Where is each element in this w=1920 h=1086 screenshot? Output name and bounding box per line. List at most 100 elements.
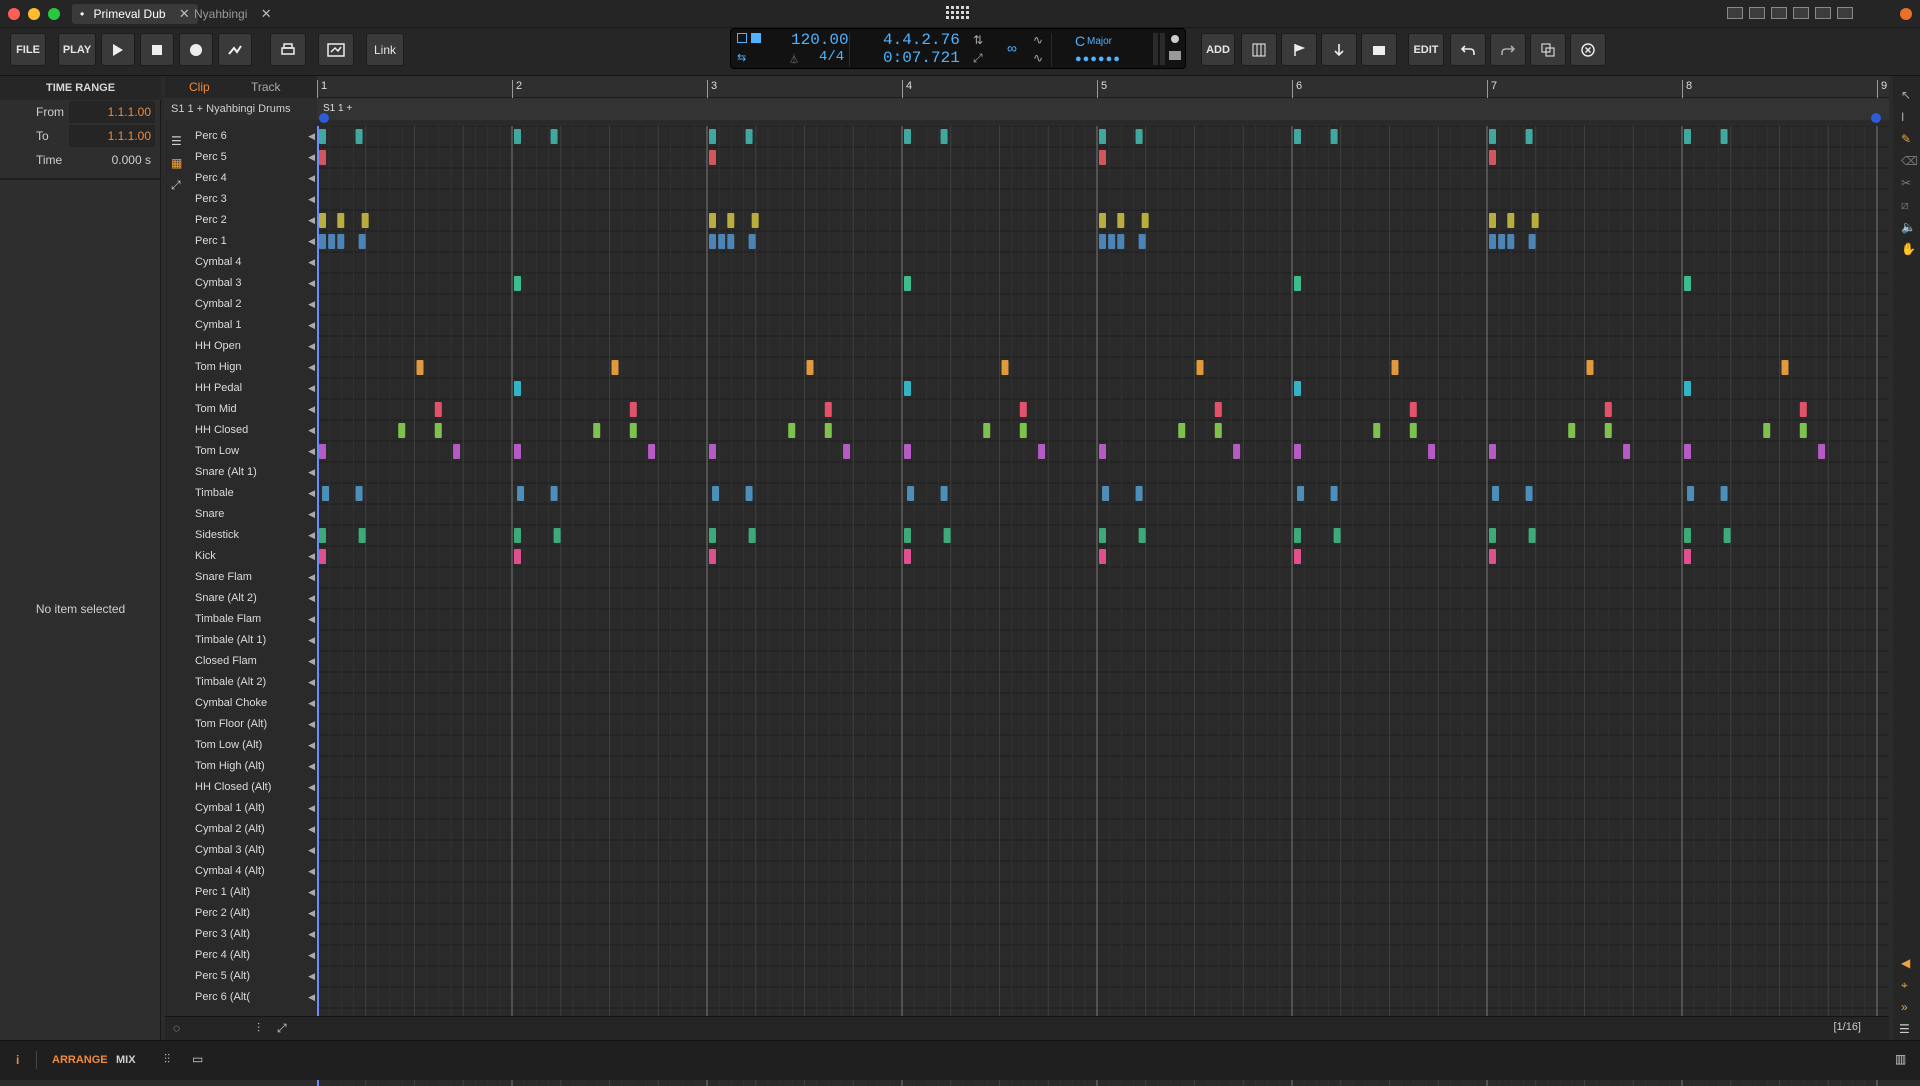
drum-note[interactable] xyxy=(712,486,720,501)
list-icon[interactable]: ☰ xyxy=(171,134,182,148)
to-field[interactable]: 1.1.1.00 xyxy=(69,125,155,147)
drum-note[interactable] xyxy=(1687,486,1695,501)
playhead[interactable] xyxy=(317,126,319,1086)
drum-note[interactable] xyxy=(514,528,521,543)
clip-launcher-button[interactable] xyxy=(1361,33,1397,66)
drum-lane[interactable]: Cymbal 4 (Alt) ◀ xyxy=(187,861,317,882)
drum-lane[interactable]: Tom Low (Alt) ◀ xyxy=(187,735,317,756)
audition-speaker-icon[interactable]: ◀ xyxy=(308,924,315,945)
drum-note[interactable] xyxy=(648,444,656,459)
drum-lane[interactable]: HH Closed (Alt) ◀ xyxy=(187,777,317,798)
audition-speaker-icon[interactable]: ◀ xyxy=(308,168,315,189)
drum-note[interactable] xyxy=(1099,549,1106,564)
pointer-tool-icon[interactable]: ↖ xyxy=(1901,88,1911,102)
drum-lane[interactable]: Perc 6 ◀ xyxy=(187,126,317,147)
drum-note[interactable] xyxy=(1038,444,1046,459)
slice-tool-icon[interactable]: ⧄ xyxy=(1901,198,1909,213)
drum-lane[interactable]: Perc 3 ◀ xyxy=(187,189,317,210)
tab-project[interactable]: Nyahbingi ✕ xyxy=(186,4,280,24)
mix-button[interactable]: MIX xyxy=(116,1054,136,1066)
drum-note[interactable] xyxy=(1568,423,1576,438)
drum-note[interactable] xyxy=(416,360,424,375)
drum-lane[interactable]: Perc 5 ◀ xyxy=(187,147,317,168)
notification-dot-icon[interactable] xyxy=(1900,8,1912,20)
tempo-display[interactable]: 120.00 xyxy=(791,31,849,49)
drum-lane[interactable]: Cymbal 2 (Alt) ◀ xyxy=(187,819,317,840)
from-field[interactable]: 1.1.1.00 xyxy=(69,101,155,123)
drum-note[interactable] xyxy=(745,486,753,501)
mixer-view-icon[interactable]: ⫶⫶ xyxy=(164,1052,170,1067)
drum-note[interactable] xyxy=(751,213,759,228)
note-tool-button[interactable] xyxy=(1241,33,1277,66)
drum-note[interactable] xyxy=(514,276,521,291)
info-button[interactable]: i xyxy=(16,1053,19,1067)
drum-note[interactable] xyxy=(1489,528,1496,543)
audition-speaker-icon[interactable]: ◀ xyxy=(308,756,315,777)
record-button[interactable] xyxy=(179,33,213,66)
drum-note[interactable] xyxy=(1233,444,1241,459)
audition-speaker-icon[interactable]: ◀ xyxy=(308,903,315,924)
key-display[interactable]: C xyxy=(1075,33,1085,49)
stop-button[interactable] xyxy=(140,33,174,66)
audition-speaker-icon[interactable]: ◀ xyxy=(308,609,315,630)
tab-project-active[interactable]: • Primeval Dub ✕ xyxy=(72,4,198,24)
list-view-icon[interactable]: ☰ xyxy=(1899,1022,1910,1036)
audition-speaker-icon[interactable]: ◀ xyxy=(308,819,315,840)
minimize-window-button[interactable] xyxy=(28,8,40,20)
audition-speaker-icon[interactable]: ◀ xyxy=(308,630,315,651)
audition-speaker-icon[interactable]: ◀ xyxy=(308,714,315,735)
layout-four-icon[interactable] xyxy=(1815,7,1831,19)
drum-note[interactable] xyxy=(453,444,461,459)
drum-lane[interactable]: Perc 5 (Alt) ◀ xyxy=(187,966,317,987)
drum-note[interactable] xyxy=(1818,444,1826,459)
drum-lane[interactable]: Perc 2 (Alt) ◀ xyxy=(187,903,317,924)
drum-note[interactable] xyxy=(550,486,558,501)
audition-tool-icon[interactable]: 🔈 xyxy=(1901,220,1916,234)
link-button[interactable]: Link xyxy=(366,33,404,66)
drum-note[interactable] xyxy=(709,444,716,459)
edit-button[interactable]: EDIT xyxy=(1408,33,1444,66)
drum-note[interactable] xyxy=(1333,528,1341,543)
drum-lane[interactable]: Timbale ◀ xyxy=(187,483,317,504)
shuffle-wave-icon[interactable]: ∿ xyxy=(1033,51,1043,65)
drum-note[interactable] xyxy=(1214,423,1222,438)
drum-note[interactable] xyxy=(1489,444,1496,459)
drum-note[interactable] xyxy=(1604,402,1612,417)
drum-lane[interactable]: Timbale (Alt 2) ◀ xyxy=(187,672,317,693)
drum-lane[interactable]: Snare ◀ xyxy=(187,504,317,525)
audition-speaker-icon[interactable]: ◀ xyxy=(308,861,315,882)
file-button[interactable]: FILE xyxy=(10,33,46,66)
metronome-print-button[interactable] xyxy=(270,33,306,66)
punch-in-icon[interactable] xyxy=(737,33,747,43)
follow-icon[interactable]: ⤢ xyxy=(973,51,983,66)
fast-forward-icon[interactable]: » xyxy=(1901,1000,1908,1014)
drum-note[interactable] xyxy=(1196,360,1204,375)
drum-note[interactable] xyxy=(709,549,716,564)
audition-speaker-icon[interactable]: ◀ xyxy=(308,735,315,756)
groove-button[interactable] xyxy=(318,33,354,66)
drum-lane[interactable]: Perc 1 ◀ xyxy=(187,231,317,252)
drum-note[interactable] xyxy=(514,549,521,564)
drum-note[interactable] xyxy=(983,423,991,438)
audition-speaker-icon[interactable]: ◀ xyxy=(308,672,315,693)
drum-note[interactable] xyxy=(1684,276,1691,291)
drum-note[interactable] xyxy=(1507,234,1515,249)
drum-note[interactable] xyxy=(319,234,326,249)
drum-note[interactable] xyxy=(709,150,716,165)
audition-speaker-icon[interactable]: ◀ xyxy=(308,315,315,336)
zoom-tool-icon[interactable]: ✋ xyxy=(1901,242,1916,256)
drum-note[interactable] xyxy=(1489,234,1496,249)
groove-wave-icon[interactable]: ∿ xyxy=(1033,33,1043,47)
dashboard-grid-icon[interactable] xyxy=(944,4,974,22)
loop-icon[interactable]: ∞ xyxy=(1007,40,1017,56)
tab-track[interactable]: Track xyxy=(251,80,281,94)
drum-note[interactable] xyxy=(1720,129,1728,144)
keyboard-icon[interactable]: ▥ xyxy=(1895,1052,1906,1066)
audition-speaker-icon[interactable]: ◀ xyxy=(308,378,315,399)
drum-lane[interactable]: Snare (Alt 1) ◀ xyxy=(187,462,317,483)
drum-lane[interactable]: HH Closed ◀ xyxy=(187,420,317,441)
drum-lane[interactable]: Closed Flam ◀ xyxy=(187,651,317,672)
timeline-ruler[interactable]: 1 2 3 4 5 6 7 8 9 xyxy=(317,76,1889,98)
drum-note[interactable] xyxy=(1489,213,1496,228)
drum-note[interactable] xyxy=(319,213,326,228)
